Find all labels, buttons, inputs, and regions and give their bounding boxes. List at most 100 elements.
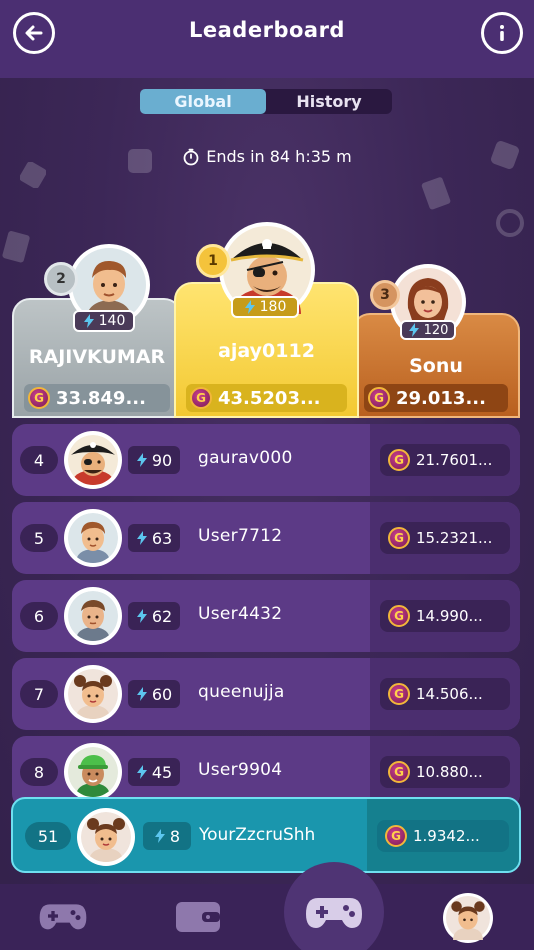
rank-number: 51 (25, 822, 71, 850)
podium-third-name: Sonu (409, 355, 463, 377)
girl-avatar-icon (68, 669, 118, 719)
tab-global[interactable]: Global (140, 89, 266, 114)
score-value: 14.506... (416, 685, 483, 703)
xp-badge: 45 (128, 758, 180, 786)
lightning-icon (136, 453, 147, 467)
score-badge: G 15.2321... (380, 522, 510, 554)
rank-number: 5 (20, 524, 58, 552)
score-badge: G 1.9342... (377, 820, 509, 852)
rank-number: 7 (20, 680, 58, 708)
score-badge: G 10.880... (380, 756, 510, 788)
chip-deco-icon (496, 209, 524, 237)
podium-third-xp: 120 (400, 320, 456, 340)
score-value: 33.849... (56, 387, 146, 409)
list-item[interactable]: 6 62 User4432 G 14.990... (12, 580, 520, 652)
wallet-icon (176, 902, 220, 932)
lightning-icon (136, 609, 147, 623)
xp-value: 63 (151, 528, 173, 548)
card-deco-icon (421, 177, 451, 210)
avatar (64, 509, 122, 567)
rank-badge-second: 2 (44, 262, 78, 296)
username: YourZzcruShh (199, 825, 316, 845)
lightning-icon (136, 531, 147, 545)
tab-history[interactable]: History (266, 89, 392, 114)
cap-avatar-icon (68, 747, 118, 797)
gamepad-icon (306, 898, 362, 928)
avatar (77, 808, 135, 866)
podium-first-score: G 43.5203... (186, 384, 347, 412)
username: gaurav000 (198, 448, 293, 468)
username: queenujja (198, 682, 285, 702)
info-icon (500, 25, 504, 41)
coin-icon: G (388, 527, 410, 549)
score-value: 14.990... (416, 607, 483, 625)
avatar (64, 743, 122, 801)
top-bar: Leaderboard (0, 0, 534, 78)
profile-avatar-icon (446, 896, 490, 940)
username: User4432 (198, 604, 283, 624)
list-item[interactable]: 5 63 User7712 G 15.2321... (12, 502, 520, 574)
avatar (64, 587, 122, 645)
xp-value: 8 (169, 826, 181, 846)
xp-value: 180 (259, 299, 287, 315)
podium-third-score: G 29.013... (364, 384, 508, 412)
podium-second-xp: 140 (73, 310, 135, 332)
card-deco-icon (2, 231, 30, 263)
score-badge: G 14.506... (380, 678, 510, 710)
score-badge: G 14.990... (380, 600, 510, 632)
podium-second-score: G 33.849... (24, 384, 170, 412)
lightning-icon (408, 323, 419, 337)
lightning-icon (244, 300, 255, 314)
podium-first-name: ajay0112 (218, 340, 315, 362)
current-user-row[interactable]: 51 8 YourZzcruShh G 1.9342... (11, 797, 521, 873)
lightning-icon (136, 765, 147, 779)
xp-value: 140 (98, 313, 126, 329)
info-button[interactable] (481, 12, 523, 54)
podium-first-xp: 180 (231, 296, 299, 318)
lightning-icon (154, 829, 165, 843)
avatar (64, 431, 122, 489)
score-value: 10.880... (416, 763, 483, 781)
xp-value: 62 (151, 606, 173, 626)
coin-icon: G (28, 387, 50, 409)
score-value: 1.9342... (413, 827, 480, 845)
countdown-text: Ends in 84 h:35 m (206, 147, 352, 166)
stopwatch-icon (183, 148, 199, 165)
lightning-icon (83, 314, 94, 328)
gamepad-icon (39, 904, 87, 930)
xp-value: 120 (423, 322, 449, 338)
xp-badge: 63 (128, 524, 180, 552)
nav-profile[interactable] (443, 893, 493, 943)
xp-value: 45 (151, 762, 173, 782)
xp-value: 90 (151, 450, 173, 470)
countdown: Ends in 84 h:35 m (0, 147, 534, 166)
play-button[interactable] (284, 862, 384, 950)
score-value: 21.7601... (416, 451, 493, 469)
podium-second-name: RAJIVKUMAR (28, 346, 166, 368)
coin-icon: G (388, 683, 410, 705)
list-item[interactable]: 4 90 gaurav000 G 21.7601... (12, 424, 520, 496)
coin-icon: G (388, 449, 410, 471)
xp-badge: 62 (128, 602, 180, 630)
rank-number: 6 (20, 602, 58, 630)
score-value: 43.5203... (218, 387, 321, 409)
xp-value: 60 (151, 684, 173, 704)
rank-number: 8 (20, 758, 58, 786)
xp-badge: 90 (128, 446, 180, 474)
leaderboard-screen: Leaderboard Global History Ends in 84 h:… (0, 0, 534, 950)
username: User9904 (198, 760, 283, 780)
coin-icon: G (388, 605, 410, 627)
username: User7712 (198, 526, 283, 546)
rank-badge-first: 1 (196, 244, 230, 278)
girl-avatar-icon (81, 812, 131, 862)
coin-icon: G (388, 761, 410, 783)
nav-wallet[interactable] (172, 896, 224, 936)
score-badge: G 21.7601... (380, 444, 510, 476)
tab-bar: Global History (140, 89, 392, 114)
score-value: 15.2321... (416, 529, 493, 547)
list-item[interactable]: 7 60 queenujja G 14.506... (12, 658, 520, 730)
page-title: Leaderboard (189, 18, 345, 42)
nav-games[interactable] (36, 896, 90, 936)
avatar (64, 665, 122, 723)
coin-icon: G (190, 387, 212, 409)
